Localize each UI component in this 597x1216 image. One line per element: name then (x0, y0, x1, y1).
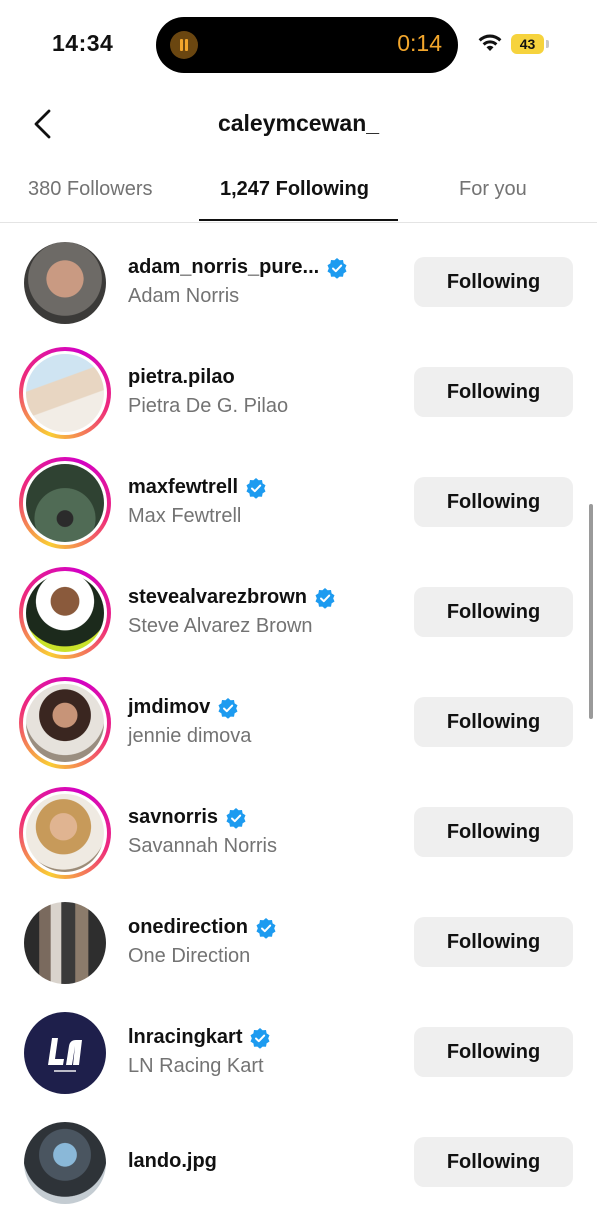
username[interactable]: adam_norris_pure... (128, 256, 348, 279)
full-name: Adam Norris (128, 285, 240, 307)
page-title: caleymcewan_ (217, 110, 380, 136)
status-bar: 14:34 0:14 43 (0, 0, 597, 90)
full-name: LN Racing Kart (128, 1055, 264, 1077)
full-name: One Direction (128, 945, 251, 967)
avatar-story-ring[interactable] (19, 787, 111, 879)
username[interactable]: pietra.pilao (128, 366, 235, 389)
username[interactable]: onedirection (128, 916, 277, 939)
verified-badge-icon (327, 257, 347, 279)
following-button[interactable]: Following (414, 807, 573, 857)
username-text: lnracingkart (128, 1026, 243, 1048)
status-time: 14:34 (52, 30, 114, 56)
list-item[interactable]: pietra.pilao Pietra De G. Pilao Followin… (0, 336, 597, 446)
full-name: Steve Alvarez Brown (128, 615, 313, 637)
verified-badge-icon (246, 477, 266, 499)
following-button[interactable]: Following (414, 697, 573, 747)
full-name: Max Fewtrell (128, 505, 242, 527)
username[interactable]: lando.jpg (128, 1150, 217, 1173)
avatar-story-ring[interactable] (19, 567, 111, 659)
battery-icon: 43 (511, 34, 544, 54)
list-item[interactable]: jmdimov jennie dimova Following (0, 666, 597, 776)
full-name: Savannah Norris (128, 835, 277, 857)
avatar (26, 464, 104, 542)
island-timer: 0:14 (397, 30, 442, 56)
full-name: jennie dimova (128, 725, 252, 747)
username[interactable]: jmdimov (128, 696, 239, 719)
scrollbar[interactable] (589, 504, 593, 719)
tab-bar: 380 Followers 1,247 Following For you (0, 170, 597, 223)
full-name: Pietra De G. Pilao (128, 395, 289, 417)
list-item[interactable]: lnracingkart LN Racing Kart Following (0, 996, 597, 1106)
avatar[interactable] (19, 897, 111, 989)
following-button[interactable]: Following (414, 587, 573, 637)
tab-followers[interactable]: 380 Followers (28, 178, 153, 201)
verified-badge-icon (218, 697, 238, 719)
verified-badge-icon (256, 917, 276, 939)
username-text: pietra.pilao (128, 366, 235, 388)
verified-badge-icon (315, 587, 335, 609)
list-item[interactable]: maxfewtrell Max Fewtrell Following (0, 446, 597, 556)
username-text: stevealvarezbrown (128, 586, 307, 608)
username[interactable]: lnracingkart (128, 1026, 271, 1049)
tab-following[interactable]: 1,247 Following (220, 178, 369, 201)
ln-kart-logo-icon (48, 1038, 82, 1072)
list-item[interactable]: stevealvarezbrown Steve Alvarez Brown Fo… (0, 556, 597, 666)
avatar-story-ring[interactable] (19, 677, 111, 769)
battery-tip (546, 40, 549, 48)
avatar[interactable] (19, 237, 111, 329)
following-button[interactable]: Following (414, 917, 573, 967)
list-item[interactable]: adam_norris_pure... Adam Norris Followin… (0, 226, 597, 336)
wifi-icon (478, 34, 502, 51)
list-item[interactable]: onedirection One Direction Following (0, 886, 597, 996)
username-text: adam_norris_pure... (128, 256, 320, 278)
username[interactable]: maxfewtrell (128, 476, 267, 499)
avatar (26, 794, 104, 872)
avatar (26, 354, 104, 432)
avatar-story-ring[interactable] (19, 347, 111, 439)
pause-icon[interactable] (170, 31, 198, 59)
avatar (26, 574, 104, 652)
verified-badge-icon (226, 807, 246, 829)
tab-for-you[interactable]: For you (459, 178, 527, 201)
following-button[interactable]: Following (414, 367, 573, 417)
active-tab-indicator (199, 219, 398, 221)
avatar (26, 684, 104, 762)
avatar[interactable] (19, 1007, 111, 1099)
username[interactable]: stevealvarezbrown (128, 586, 336, 609)
following-button[interactable]: Following (414, 477, 573, 527)
verified-badge-icon (250, 1027, 270, 1049)
following-button[interactable]: Following (414, 1137, 573, 1187)
dynamic-island[interactable]: 0:14 (156, 17, 458, 73)
list-item[interactable]: savnorris Savannah Norris Following (0, 776, 597, 886)
username-text: jmdimov (128, 696, 211, 718)
following-button[interactable]: Following (414, 257, 573, 307)
avatar-story-ring[interactable] (19, 457, 111, 549)
username-text: onedirection (128, 916, 249, 938)
username-text: savnorris (128, 806, 219, 828)
avatar[interactable] (19, 1117, 111, 1209)
username-text: maxfewtrell (128, 476, 239, 498)
username-text: lando.jpg (128, 1150, 217, 1172)
username[interactable]: savnorris (128, 806, 247, 829)
following-button[interactable]: Following (414, 1027, 573, 1077)
